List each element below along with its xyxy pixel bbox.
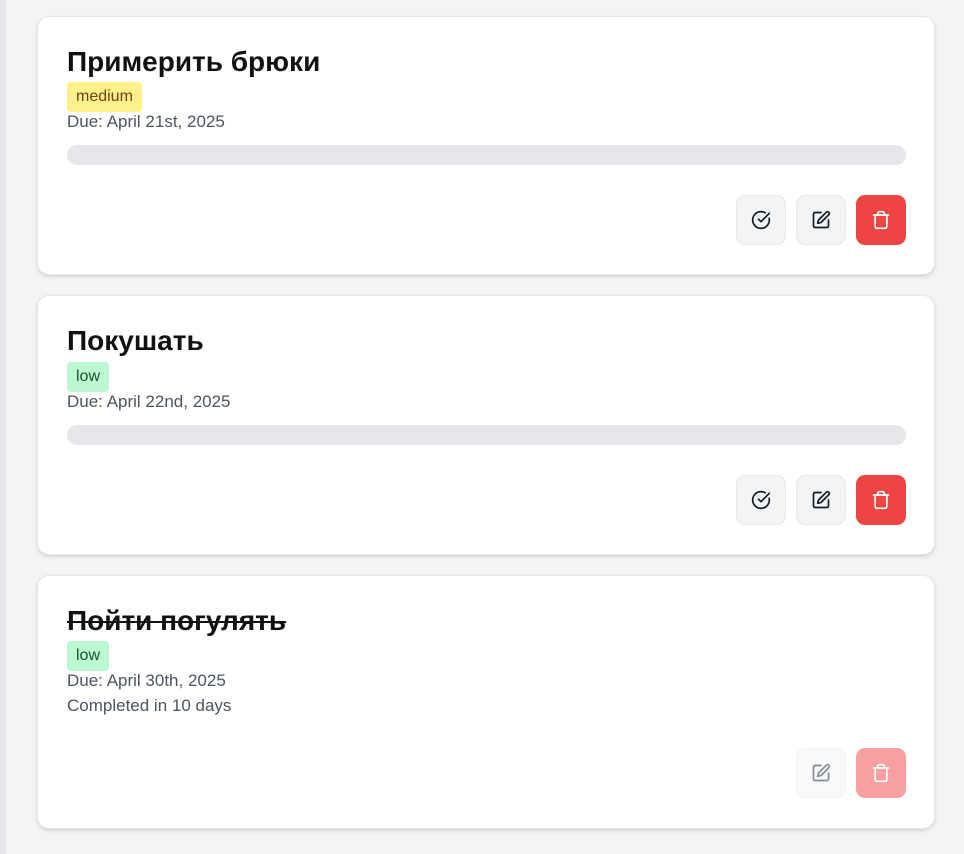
delete-button[interactable] [856, 748, 906, 798]
edit-button[interactable] [796, 195, 846, 245]
task-title: Пойти погулять [67, 605, 287, 636]
edit-icon [812, 763, 831, 782]
priority-badge: low [67, 641, 110, 671]
trash-icon [872, 210, 890, 230]
task-card: Пойти погулять low Due: April 30th, 2025… [37, 575, 935, 829]
edit-button[interactable] [796, 475, 846, 525]
edit-button[interactable] [796, 748, 846, 798]
delete-button[interactable] [856, 475, 906, 525]
delete-button[interactable] [856, 195, 906, 245]
due-date: Due: April 22nd, 2025 [67, 392, 231, 411]
completed-duration: Completed in 10 days [67, 696, 232, 715]
check-circle-icon [751, 210, 771, 230]
due-date: Due: April 21st, 2025 [67, 112, 225, 131]
edit-icon [812, 490, 831, 509]
task-title: Покушать [67, 325, 204, 356]
trash-icon [872, 763, 890, 783]
complete-button[interactable] [736, 475, 786, 525]
progress-bar [67, 145, 906, 165]
task-title: Примерить брюки [67, 46, 321, 77]
due-date: Due: April 30th, 2025 [67, 671, 226, 690]
task-card: Покушать low Due: April 22nd, 2025 [37, 295, 935, 555]
trash-icon [872, 490, 890, 510]
progress-bar [67, 425, 906, 445]
check-circle-icon [751, 490, 771, 510]
priority-badge: low [67, 362, 110, 392]
left-panel-edge [0, 0, 6, 854]
complete-button[interactable] [736, 195, 786, 245]
task-card: Примерить брюки medium Due: April 21st, … [37, 16, 935, 275]
edit-icon [812, 210, 831, 229]
priority-badge: medium [67, 82, 142, 112]
